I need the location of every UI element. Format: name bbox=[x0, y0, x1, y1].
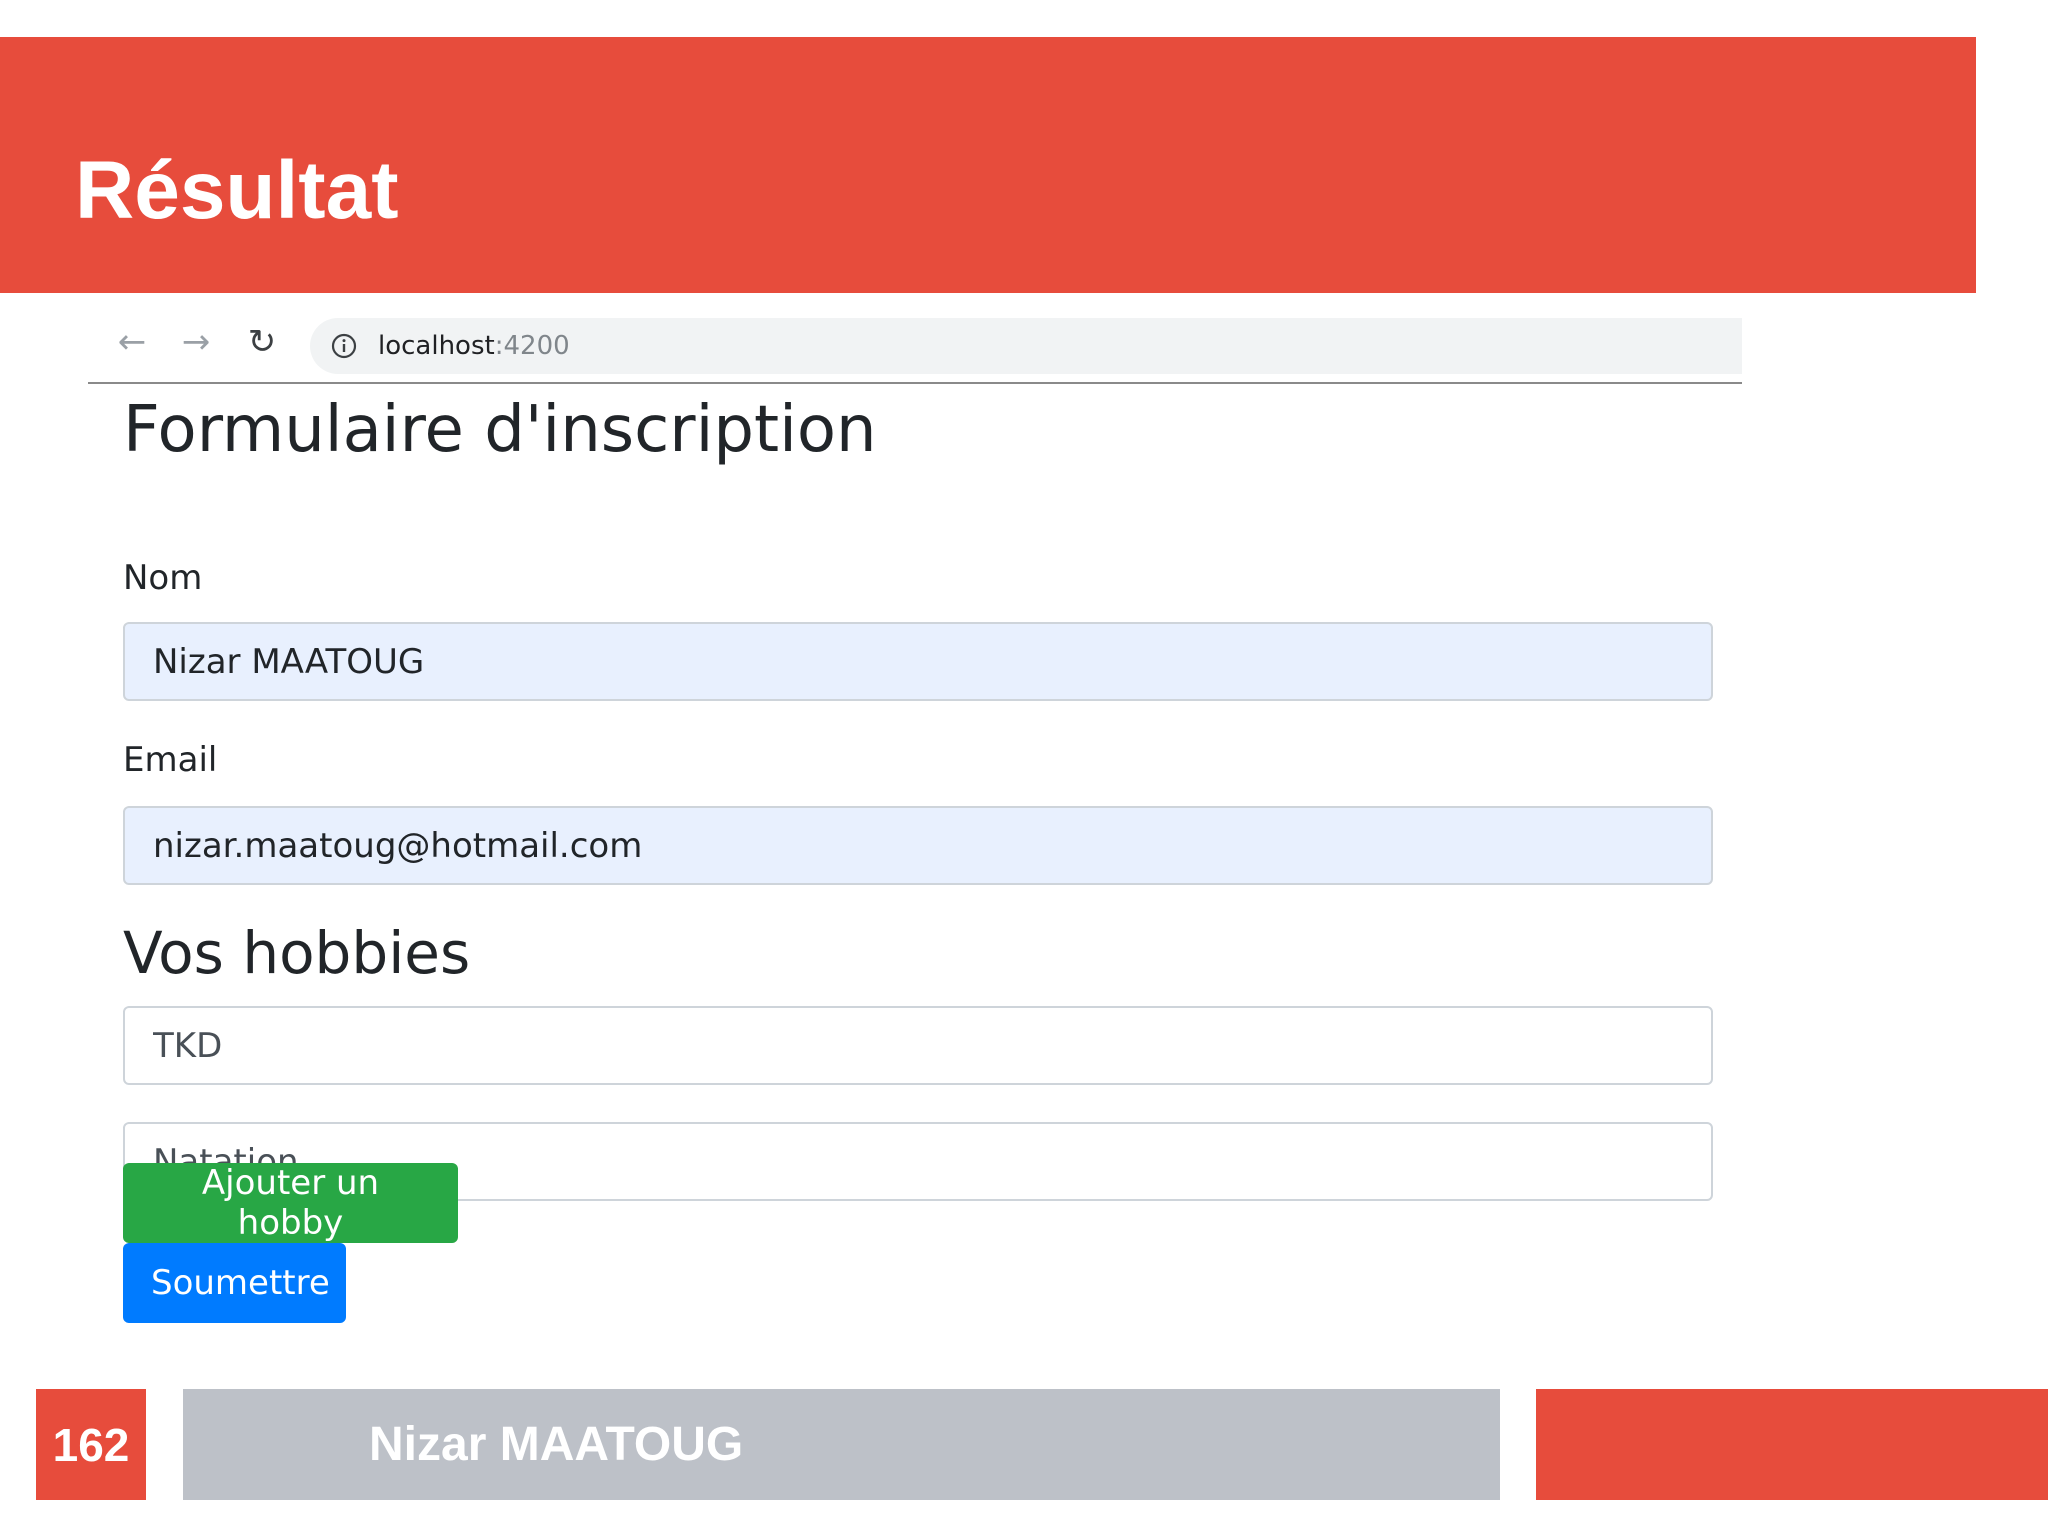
footer-accent bbox=[1536, 1389, 2048, 1500]
footer-author-bar: Nizar MAATOUG bbox=[183, 1389, 1500, 1500]
footer-author: Nizar MAATOUG bbox=[369, 1418, 744, 1471]
slide-title: Résultat bbox=[75, 145, 399, 236]
arrow-left-icon[interactable]: ← bbox=[114, 324, 150, 360]
url-port: :4200 bbox=[494, 331, 570, 361]
hobbies-title: Vos hobbies bbox=[123, 919, 471, 987]
browser-toolbar: ← → ↻ localhost:4200 bbox=[88, 310, 1742, 384]
form-title: Formulaire d'inscription bbox=[123, 393, 877, 467]
page-number: 162 bbox=[36, 1389, 146, 1500]
submit-button[interactable]: Soumettre bbox=[123, 1243, 346, 1323]
browser-screenshot: ← → ↻ localhost:4200 Formulaire d'inscri… bbox=[88, 310, 1742, 1330]
reload-icon[interactable]: ↻ bbox=[244, 324, 280, 360]
url-text: localhost:4200 bbox=[378, 331, 570, 361]
url-host: localhost bbox=[378, 331, 495, 361]
slide: Résultat ← → ↻ localhost:4200 Formulaire… bbox=[0, 0, 2048, 1536]
arrow-right-icon[interactable]: → bbox=[178, 324, 214, 360]
email-label: Email bbox=[123, 740, 218, 780]
nom-input[interactable] bbox=[123, 622, 1713, 701]
info-icon[interactable] bbox=[330, 332, 358, 360]
add-hobby-button[interactable]: Ajouter un hobby bbox=[123, 1163, 458, 1243]
hobby-input-1[interactable] bbox=[123, 1006, 1713, 1085]
address-bar[interactable]: localhost:4200 bbox=[310, 318, 1742, 374]
email-input[interactable] bbox=[123, 806, 1713, 885]
nom-label: Nom bbox=[123, 558, 203, 598]
